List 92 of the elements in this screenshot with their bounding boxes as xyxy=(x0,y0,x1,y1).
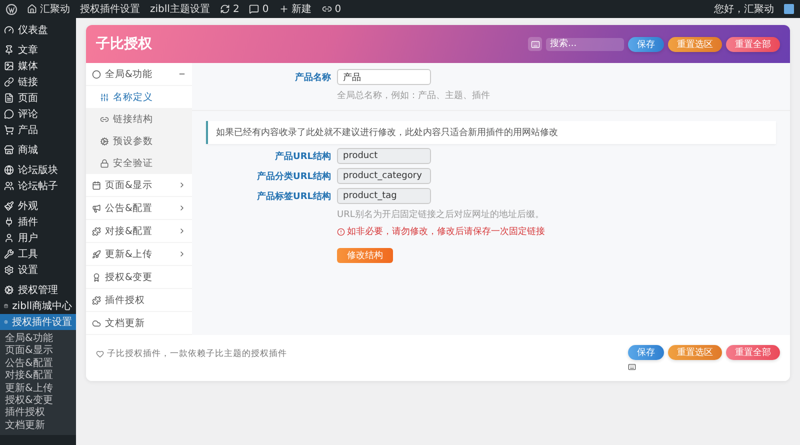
sidebar-item[interactable]: 仪表盘 xyxy=(0,22,76,38)
input-field[interactable]: 产品 xyxy=(337,69,431,85)
warning-text: 如非必要，请勿修改，修改后请保存一次固定链接 xyxy=(337,225,776,238)
field-label: 产品URL结构 xyxy=(274,150,331,162)
refresh-icon xyxy=(220,4,230,14)
panel-title: 子比授权 xyxy=(96,35,153,53)
menu-icon xyxy=(4,61,14,71)
subitem-icon xyxy=(100,114,109,124)
nav-subitem[interactable]: 预设参数 xyxy=(86,130,192,152)
subitem-icon xyxy=(100,158,109,168)
field-hint: URL别名为开启固定链接之后对应网址的地址后缀。 xyxy=(337,208,545,221)
input-field[interactable]: product_category xyxy=(337,168,431,184)
keyboard-icon[interactable] xyxy=(628,363,636,371)
links-count-link[interactable]: 0 xyxy=(322,4,342,14)
menu-icon xyxy=(4,233,14,243)
toolbar-link[interactable]: 授权插件设置 xyxy=(80,2,140,16)
nav-icon xyxy=(92,250,101,258)
nav-icon xyxy=(92,318,101,328)
input-field[interactable]: product_tag xyxy=(337,188,431,204)
subitem-icon xyxy=(100,92,109,102)
sidebar-item[interactable]: 论坛版块 xyxy=(0,162,76,178)
nav-icon xyxy=(92,70,101,78)
subitem-icon xyxy=(100,136,109,146)
sidebar-item[interactable]: 文章 xyxy=(0,42,76,58)
menu-icon xyxy=(4,285,14,295)
menu-icon xyxy=(4,217,14,227)
submenu-item[interactable]: 授权&变更 xyxy=(0,394,76,408)
menu-icon xyxy=(4,77,14,87)
menu-icon xyxy=(4,45,14,55)
footer-text: 子比授权插件，一款依赖子比主题的授权插件 xyxy=(96,345,628,360)
sidebar-item[interactable]: 媒体 xyxy=(0,58,76,74)
sidebar-item[interactable]: 工具 xyxy=(0,246,76,262)
submenu-item[interactable]: 插件授权 xyxy=(0,407,76,420)
sidebar-item[interactable]: 链接 xyxy=(0,74,76,90)
submenu-item[interactable]: 公告&配置 xyxy=(0,358,76,370)
nav-subitem[interactable]: 安全验证 xyxy=(86,152,192,174)
menu-icon xyxy=(4,109,14,119)
comments-link[interactable]: 0 xyxy=(249,4,269,14)
menu-icon xyxy=(4,301,8,311)
menu-icon xyxy=(4,25,14,35)
menu-icon xyxy=(4,201,14,211)
sidebar-item[interactable]: 外观 xyxy=(0,198,76,214)
sidebar-item[interactable]: 产品 xyxy=(0,122,76,138)
sidebar-item[interactable]: 页面 xyxy=(0,90,76,106)
menu-icon xyxy=(4,93,14,103)
submenu-item[interactable]: 全局&功能 xyxy=(0,333,76,346)
field-label: 产品名称 xyxy=(294,71,331,84)
sidebar-item[interactable]: 插件 xyxy=(0,214,76,230)
nav-icon xyxy=(92,272,101,282)
wordpress-logo-icon[interactable] xyxy=(6,4,17,14)
updates-link[interactable]: 2 xyxy=(220,4,240,14)
site-link[interactable]: 汇聚动 xyxy=(27,2,70,16)
sidebar-item[interactable]: zibll商城中心 xyxy=(0,298,76,314)
toolbar-link[interactable]: zibll主题设置 xyxy=(150,2,210,16)
field-label: 产品标签URL结构 xyxy=(256,190,331,202)
greeting-link[interactable]: 您好，汇聚动 xyxy=(714,2,774,16)
submenu-item[interactable]: 更新&上传 xyxy=(0,382,76,395)
new-link[interactable]: 新建 xyxy=(278,2,312,16)
submenu-item[interactable]: 对接&配置 xyxy=(0,370,76,383)
nav-icon xyxy=(92,226,101,236)
menu-icon xyxy=(4,165,14,175)
sidebar-item[interactable]: 用户 xyxy=(0,230,76,246)
field-label: 产品分类URL结构 xyxy=(256,170,331,182)
plus-icon xyxy=(278,4,289,14)
heart-icon xyxy=(96,350,104,358)
submenu-item[interactable]: 文档更新 xyxy=(0,420,76,432)
submenu-item[interactable]: 页面&显示 xyxy=(0,345,76,358)
nav-subitem[interactable]: 链接结构 xyxy=(86,108,192,130)
menu-icon xyxy=(4,249,14,259)
input-field[interactable]: product xyxy=(337,148,431,164)
keyboard-icon[interactable] xyxy=(528,37,542,51)
menu-icon xyxy=(4,265,14,275)
notice-box: 如果已经有内容收录了此处就不建议进行修改，此处内容只适合新用插件的用网站修改 xyxy=(206,121,776,144)
alert-icon xyxy=(337,228,345,236)
sidebar-item[interactable]: 授权插件设置 xyxy=(0,314,76,330)
link-icon xyxy=(322,4,332,14)
field-hint: 全局总名称，例如：产品、主题、插件 xyxy=(337,90,491,102)
home-icon xyxy=(27,4,37,14)
nav-icon xyxy=(92,296,101,304)
sidebar-item[interactable]: 设置 xyxy=(0,262,76,278)
menu-icon xyxy=(4,181,14,191)
menu-icon xyxy=(4,317,8,327)
menu-icon xyxy=(4,125,14,135)
sidebar-item[interactable]: 授权管理 xyxy=(0,282,76,298)
sidebar-item[interactable]: 商城 xyxy=(0,142,76,158)
sidebar-item[interactable]: 论坛帖子 xyxy=(0,178,76,194)
nav-icon xyxy=(92,204,101,212)
nav-subitem[interactable]: 名称定义 xyxy=(86,86,192,108)
sidebar-item[interactable]: 评论 xyxy=(0,106,76,122)
menu-icon xyxy=(4,145,14,155)
nav-icon xyxy=(92,180,101,190)
comment-icon xyxy=(249,4,260,14)
